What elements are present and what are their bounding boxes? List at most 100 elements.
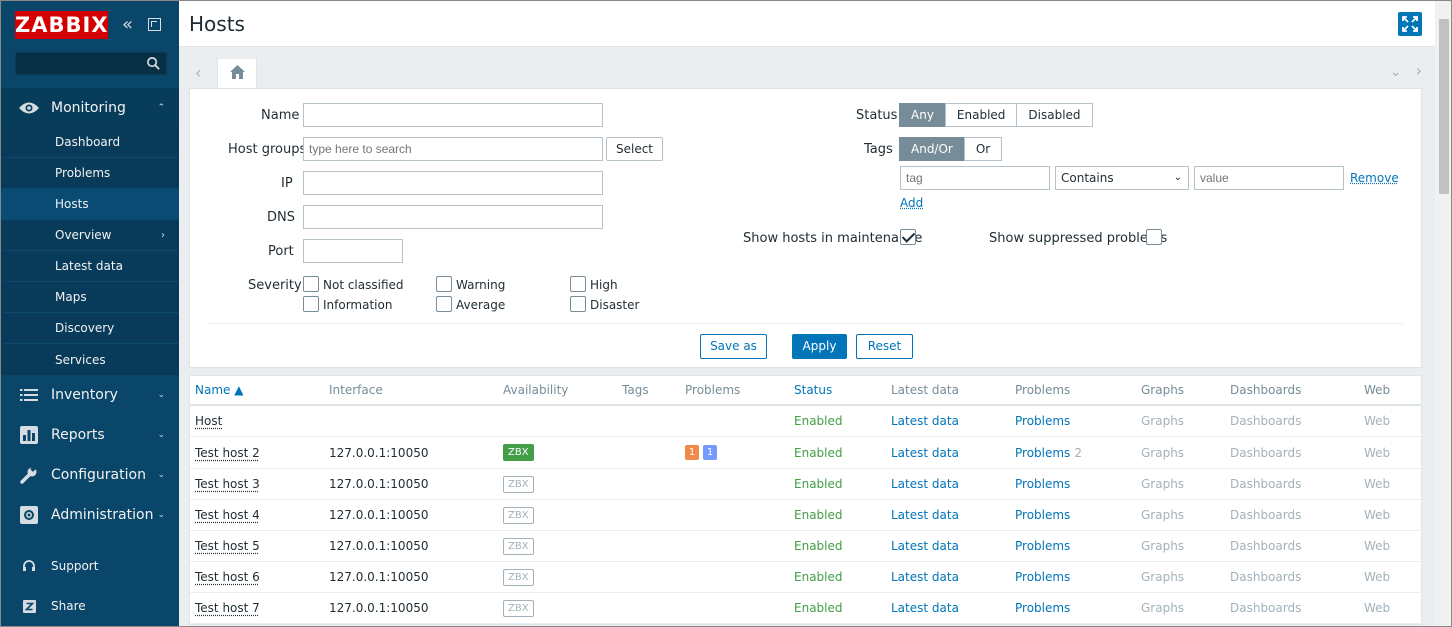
menu-monitoring[interactable]: Monitoring ⌃	[1, 88, 179, 128]
port-input[interactable]	[303, 239, 403, 263]
dashboards-link: Dashboards	[1230, 508, 1302, 522]
menu-share[interactable]: Share	[1, 588, 179, 624]
latest-data-link[interactable]: Latest data	[891, 437, 959, 468]
host-groups-select-button[interactable]: Select	[606, 137, 663, 161]
page-title: Hosts	[189, 12, 245, 36]
host-name-link[interactable]: Test host 6	[195, 570, 260, 584]
latest-data-link[interactable]: Latest data	[891, 469, 959, 499]
problems-link[interactable]: Problems	[1015, 531, 1070, 561]
host-status[interactable]: Enabled	[794, 531, 843, 561]
severity-high-checkbox[interactable]	[570, 276, 586, 292]
tags-andor-option[interactable]: And/Or	[899, 137, 965, 161]
latest-data-link[interactable]: Latest data	[891, 500, 959, 530]
show-maintenance-checkbox[interactable]	[900, 229, 916, 245]
sidebar-search-input[interactable]	[15, 52, 167, 75]
tab-list-chevron-icon[interactable]: ⌄	[1390, 64, 1402, 80]
submenu-item-hosts[interactable]: Hosts	[1, 189, 179, 220]
problems-link[interactable]: Problems	[1015, 406, 1070, 436]
submenu-item-latest-data[interactable]: Latest data	[1, 251, 179, 282]
severity-disaster-checkbox[interactable]	[570, 296, 586, 312]
collapse-sidebar-icon[interactable]: «	[122, 16, 133, 34]
severity-average-checkbox[interactable]	[436, 296, 452, 312]
host-name-link[interactable]: Host	[195, 414, 222, 428]
web-link: Web	[1364, 477, 1391, 491]
submenu-item-problems[interactable]: Problems	[1, 158, 179, 189]
menu-inventory[interactable]: Inventory ⌄	[1, 375, 179, 415]
problem-count-information-badge[interactable]: 1	[703, 445, 717, 460]
zbx-availability-badge[interactable]: ZBX	[503, 506, 534, 524]
menu-reports[interactable]: Reports ⌄	[1, 415, 179, 455]
latest-data-link[interactable]: Latest data	[891, 562, 959, 592]
tag-operator-select[interactable]: Contains ⌄	[1055, 166, 1189, 190]
status-enabled-option[interactable]: Enabled	[944, 103, 1018, 127]
problem-count-average-badge[interactable]: 1	[685, 445, 699, 460]
problems-link[interactable]: Problems	[1015, 500, 1070, 530]
reset-button[interactable]: Reset	[856, 334, 913, 359]
submenu-item-discovery[interactable]: Discovery	[1, 313, 179, 344]
zbx-availability-badge[interactable]: ZBX	[503, 599, 534, 617]
ip-input[interactable]	[303, 171, 603, 195]
host-name-link[interactable]: Test host 7	[195, 601, 260, 615]
show-suppressed-checkbox[interactable]	[1146, 229, 1162, 245]
host-name-link[interactable]: Test host 2	[195, 446, 260, 460]
menu-support[interactable]: Support	[1, 548, 179, 584]
tab-next-icon[interactable]: ›	[1416, 61, 1422, 80]
fullscreen-button[interactable]	[1398, 12, 1422, 36]
dns-input[interactable]	[303, 205, 603, 229]
page-scrollbar[interactable]	[1435, 1, 1451, 626]
host-groups-input[interactable]	[303, 137, 603, 161]
tab-home[interactable]	[217, 57, 257, 89]
latest-data-link[interactable]: Latest data	[891, 531, 959, 561]
tag-name-input[interactable]	[900, 166, 1050, 190]
column-header-tags: Tags	[622, 383, 649, 397]
host-status[interactable]: Enabled	[794, 437, 843, 468]
menu-configuration[interactable]: Configuration ⌄	[1, 455, 179, 495]
kiosk-mode-icon[interactable]	[148, 18, 161, 31]
zbx-availability-badge[interactable]: ZBX	[503, 475, 534, 493]
zabbix-logo[interactable]: ZABBIX	[15, 11, 108, 39]
latest-data-link[interactable]: Latest data	[891, 406, 959, 436]
tags-or-option[interactable]: Or	[963, 137, 1003, 161]
severity-information-checkbox[interactable]	[303, 296, 319, 312]
apply-button[interactable]: Apply	[792, 334, 847, 359]
dashboards-link: Dashboards	[1230, 601, 1302, 615]
name-input[interactable]	[303, 103, 603, 127]
problems-link[interactable]: Problems	[1015, 469, 1070, 499]
menu-administration[interactable]: Administration ⌄	[1, 495, 179, 535]
severity-not-classified-checkbox[interactable]	[303, 276, 319, 292]
tab-prev-icon[interactable]: ‹	[195, 63, 201, 82]
status-any-option[interactable]: Any	[899, 103, 946, 127]
add-tag-link[interactable]: Add	[900, 196, 923, 210]
web-link: Web	[1364, 539, 1391, 553]
host-status[interactable]: Enabled	[794, 469, 843, 499]
host-status[interactable]: Enabled	[794, 593, 843, 623]
host-name-link[interactable]: Test host 3	[195, 477, 260, 491]
search-icon[interactable]	[146, 56, 161, 71]
status-disabled-option[interactable]: Disabled	[1016, 103, 1093, 127]
column-header-name[interactable]: Name ▲	[195, 376, 243, 404]
zbx-availability-badge[interactable]: ZBX	[503, 537, 534, 555]
submenu-item-overview[interactable]: Overview ›	[1, 220, 179, 251]
tag-value-input[interactable]	[1194, 166, 1344, 190]
submenu-item-services[interactable]: Services	[1, 344, 179, 375]
host-name-link[interactable]: Test host 5	[195, 539, 260, 553]
save-as-button[interactable]: Save as	[700, 334, 767, 359]
host-status[interactable]: Enabled	[794, 562, 843, 592]
column-header-dashboards: Dashboards	[1230, 383, 1302, 397]
problems-link[interactable]: Problems	[1015, 593, 1070, 623]
submenu-item-maps[interactable]: Maps	[1, 282, 179, 313]
column-header-status[interactable]: Status	[794, 376, 832, 404]
zbx-availability-badge[interactable]: ZBX	[503, 568, 534, 586]
zbx-availability-badge[interactable]: ZBX	[503, 444, 534, 461]
scrollbar-thumb[interactable]	[1439, 19, 1449, 194]
remove-tag-link[interactable]: Remove	[1350, 171, 1399, 185]
latest-data-link[interactable]: Latest data	[891, 593, 959, 623]
severity-warning-checkbox[interactable]	[436, 276, 452, 292]
graphs-link: Graphs	[1141, 539, 1185, 553]
submenu-item-dashboard[interactable]: Dashboard	[1, 127, 179, 158]
host-name-link[interactable]: Test host 4	[195, 508, 260, 522]
problems-link[interactable]: Problems	[1015, 446, 1070, 460]
host-status[interactable]: Enabled	[794, 406, 843, 436]
problems-link[interactable]: Problems	[1015, 562, 1070, 592]
host-status[interactable]: Enabled	[794, 500, 843, 530]
